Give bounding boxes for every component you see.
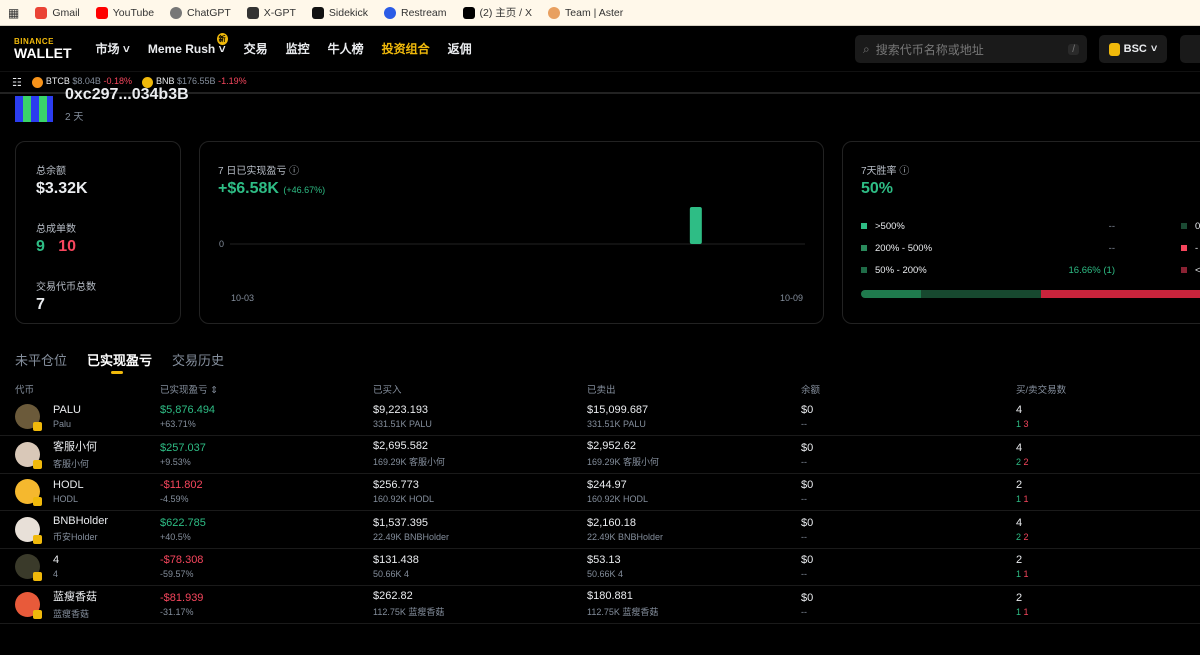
bsc-icon xyxy=(1108,42,1120,56)
winrate-segment xyxy=(1040,290,1200,298)
tab-realized-pnl[interactable]: 已实现盈亏 xyxy=(87,350,152,374)
token-avatar xyxy=(15,554,42,582)
bookmark-chatgpt[interactable]: ChatGPT xyxy=(170,6,231,19)
col-balance: 余额 xyxy=(801,385,821,396)
bookmark-aster[interactable]: Team | Aster xyxy=(548,6,623,19)
token-avatar xyxy=(15,479,42,507)
bookmark-youtube[interactable]: YouTube xyxy=(95,6,154,19)
pnl-value: +$6.58K xyxy=(218,180,279,197)
nav-portfolio[interactable]: 投资组合 xyxy=(382,40,430,57)
bookmark-restream[interactable]: Restream xyxy=(384,6,447,19)
table-row[interactable]: PALU Palu $5,876.494 +63.71% $9,223.193 331… xyxy=(0,398,1200,436)
new-badge: 新 xyxy=(216,32,228,45)
x-icon xyxy=(462,6,475,19)
btcb-icon xyxy=(31,76,43,88)
bookmark-gmail[interactable]: Gmail xyxy=(35,6,80,19)
token-avatar xyxy=(15,591,42,619)
apps-icon[interactable]: ▦ xyxy=(8,6,19,20)
winrate-value: 50% xyxy=(861,180,894,197)
youtube-icon xyxy=(95,6,108,19)
x-tick-end: 10-09 xyxy=(780,293,804,303)
legend-swatch xyxy=(1181,245,1187,251)
legend-swatch xyxy=(861,267,867,273)
bookmark-sidekick[interactable]: Sidekick xyxy=(311,6,368,19)
xgpt-icon xyxy=(246,6,259,19)
col-bought: 已买入 xyxy=(373,385,402,396)
token-avatar xyxy=(15,441,42,469)
wallet-button[interactable] xyxy=(1180,35,1200,63)
summary-card: 总余额 $3.32K 总成单数 9 10 交易代币总数 7 xyxy=(15,141,181,324)
pnl-chart xyxy=(230,207,805,245)
legend-swatch xyxy=(861,245,867,251)
wallet-address: 0xc297...034b3B xyxy=(65,86,189,103)
chain-selector[interactable]: BSC ˅ xyxy=(1099,35,1167,63)
x-tick-start: 10-03 xyxy=(231,293,255,303)
sidekick-icon xyxy=(311,6,324,19)
aster-icon xyxy=(548,6,561,19)
legend-swatch xyxy=(861,223,867,229)
chatgpt-icon xyxy=(170,6,183,19)
filter-icon[interactable]: ☷ xyxy=(12,76,22,89)
nav-referral[interactable]: 返佣 xyxy=(448,40,472,57)
winrate-distribution-bar xyxy=(861,290,1200,298)
table-row[interactable]: 44 -$78.308 -59.57% $131.438 50.66K 4 $53.… xyxy=(0,548,1200,586)
nav-market[interactable]: 市场 ˅ xyxy=(96,40,130,57)
legend-swatch xyxy=(1181,267,1187,273)
winrate-row: 200% - 500% -- - xyxy=(861,237,1200,259)
nav-monitor[interactable]: 监控 xyxy=(286,40,310,57)
winrate-row: 50% - 200%16.66% (1)< xyxy=(861,259,1200,281)
tab-trade-history[interactable]: 交易历史 xyxy=(172,350,224,369)
table-row[interactable]: BNBHolder 币安Holder $622.785 +40.5% $1,537.… xyxy=(0,510,1200,549)
pnl-card: 7 日已实现盈亏 ⓘ +$6.58K (+46.67%) 0 10-03 10-… xyxy=(199,141,824,324)
token-avatar xyxy=(15,516,42,544)
search-input[interactable]: ⌕ 搜索代币名称或地址 / xyxy=(855,35,1087,63)
bookmark-x[interactable]: (2) 主页 / X xyxy=(462,5,532,20)
winrate-segment xyxy=(861,290,921,298)
col-tx-count: 买/卖交易数 xyxy=(1016,385,1067,396)
table-row[interactable]: 客服小何 客服小何 $257.037 +9.53% $2,695.582 169.29… xyxy=(0,435,1200,474)
winrate-row: >500% -- 0 xyxy=(861,215,1200,237)
avatar xyxy=(15,96,53,122)
legend-swatch xyxy=(1181,223,1187,229)
search-icon: ⌕ xyxy=(863,41,870,56)
col-realized-pnl[interactable]: 已实现盈亏 ⇕ xyxy=(160,380,373,398)
total-balance: $3.32K xyxy=(36,180,88,197)
token-avatar xyxy=(15,404,42,431)
col-sold: 已卖出 xyxy=(587,385,616,396)
col-token: 代币 xyxy=(15,385,35,396)
nav-leaderboard[interactable]: 牛人榜 xyxy=(328,40,364,57)
binance-wallet-logo[interactable]: BINANCE WALLET xyxy=(14,37,72,60)
table-row[interactable]: HODL HODL -$11.802 -4.59% $256.773 160.92K … xyxy=(0,473,1200,511)
info-icon[interactable]: ⓘ xyxy=(289,166,299,177)
wallet-age: 2 天 xyxy=(65,112,84,123)
realized-pnl-table: 代币 已实现盈亏 ⇕ 已买入 已卖出 余额 买/卖交易数 PALU Palu $5… xyxy=(0,380,1200,624)
info-icon[interactable]: ⓘ xyxy=(899,166,909,177)
restream-icon xyxy=(384,6,396,19)
nav-meme-rush[interactable]: Meme Rush ˅ 新 xyxy=(148,32,228,56)
pnl-bar-10-08 xyxy=(689,207,702,244)
winrate-segment xyxy=(920,290,1041,298)
tabs: 未平仓位 已实现盈亏 交易历史 xyxy=(15,350,224,374)
profile-header: 0xc297...034b3B 2 天 xyxy=(15,86,189,123)
gmail-icon xyxy=(35,6,48,19)
bookmarks-bar: ▦ Gmail YouTube ChatGPT X-GPT Sidekick R… xyxy=(0,0,1200,26)
table-row[interactable]: 蓝瘦香菇 蓝瘦香菇 -$81.939 -31.17% $262.82 112.75K … xyxy=(0,585,1200,624)
tab-open-positions[interactable]: 未平仓位 xyxy=(15,350,67,369)
nav-trade[interactable]: 交易 xyxy=(244,40,268,57)
bookmark-xgpt[interactable]: X-GPT xyxy=(246,6,296,19)
